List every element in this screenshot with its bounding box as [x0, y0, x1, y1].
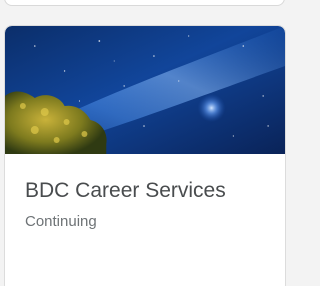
course-status: Continuing: [25, 213, 97, 231]
course-title[interactable]: BDC Career Services: [25, 178, 265, 203]
card-body: BDC Career Services Continuing: [5, 154, 285, 231]
course-card[interactable]: BDC Career Services Continuing: [4, 25, 286, 286]
page: BDC Career Services Continuing: [0, 0, 286, 286]
previous-card-edge: [4, 0, 285, 6]
course-image[interactable]: [5, 26, 285, 154]
